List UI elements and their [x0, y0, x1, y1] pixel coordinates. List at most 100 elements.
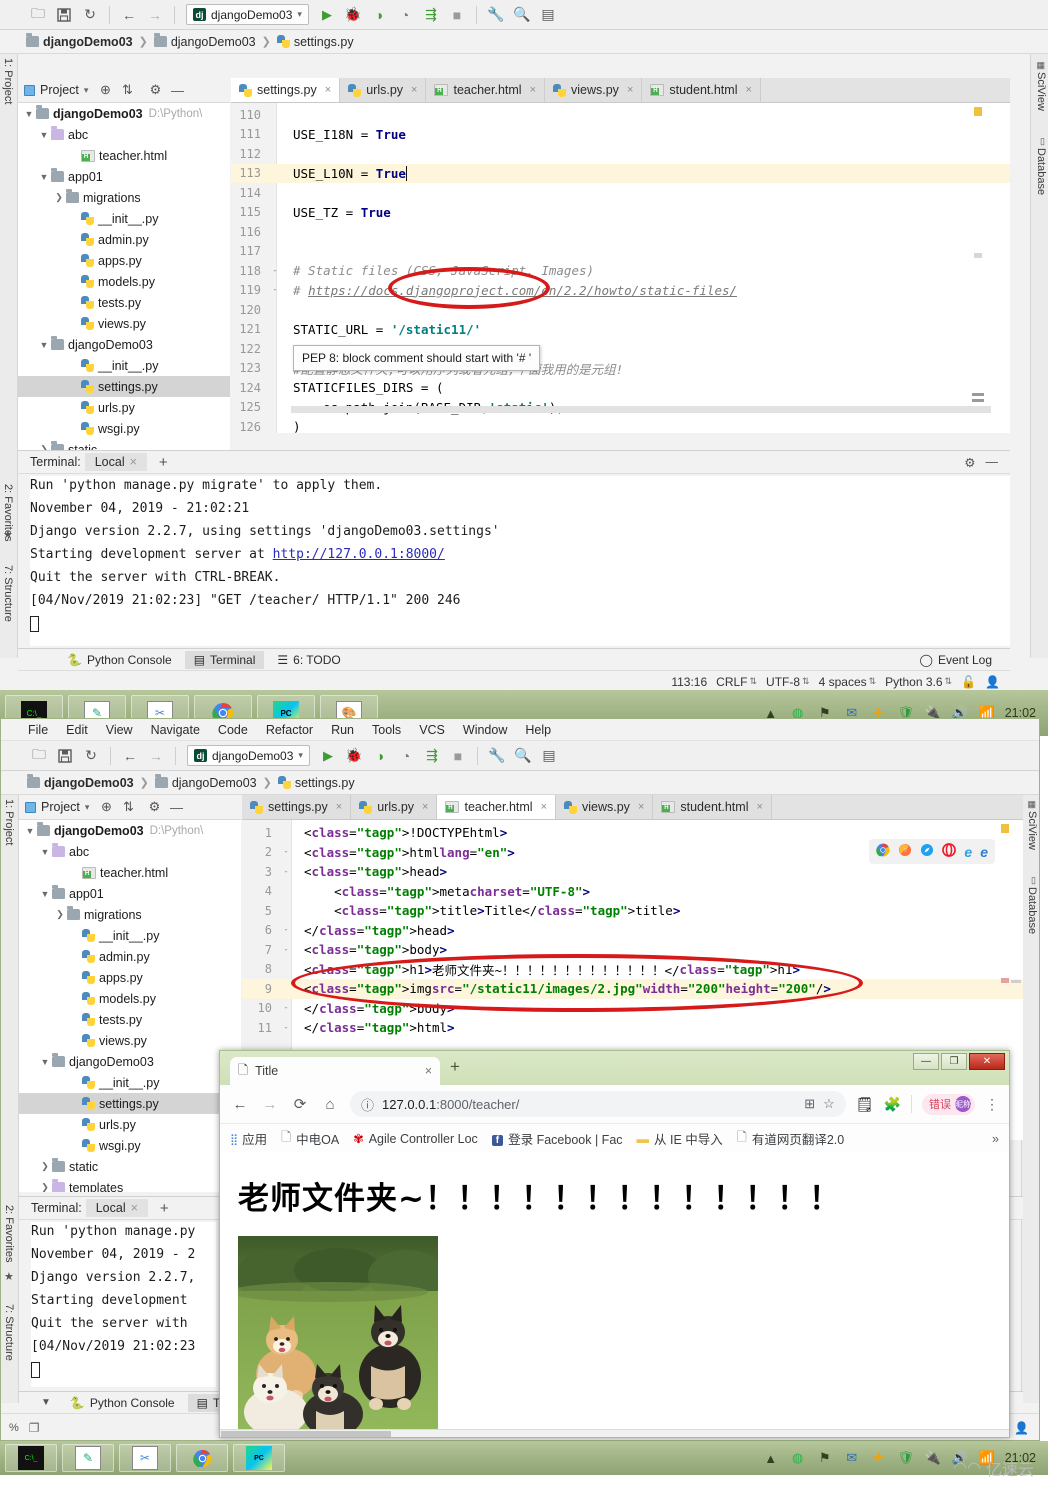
- sidebar-tab-favorites[interactable]: 2: Favorites: [3, 1205, 15, 1262]
- menu-item-refactor[interactable]: Refactor: [257, 723, 322, 737]
- chevron-down-icon[interactable]: ▼: [37, 340, 51, 350]
- back-icon[interactable]: ←: [230, 1096, 250, 1113]
- code-line[interactable]: 10- </class="tagp">body >: [242, 999, 1023, 1019]
- shield-plus-icon[interactable]: ✚: [870, 1449, 888, 1467]
- menu-item-window[interactable]: Window: [454, 723, 516, 737]
- tree-item-views-py[interactable]: views.py: [19, 1030, 241, 1051]
- chevron-down-icon[interactable]: ▼: [23, 826, 37, 836]
- close-icon[interactable]: ×: [411, 84, 417, 96]
- run-configuration-selector[interactable]: dj djangoDemo03 ▾: [187, 745, 310, 766]
- chevron-right-icon[interactable]: ❯: [52, 192, 66, 203]
- tree-item-djangodemo03[interactable]: ▼ djangoDemo03: [19, 1051, 241, 1072]
- tree-item-static[interactable]: ❯ static: [19, 1156, 241, 1177]
- editor-tab-student-html[interactable]: student.html ×: [642, 78, 761, 102]
- debug-icon[interactable]: 🐞: [341, 4, 365, 26]
- kebab-menu-icon[interactable]: ⋮: [985, 1096, 999, 1113]
- run-with-console-icon[interactable]: ⇶: [419, 4, 443, 26]
- tree-root-node[interactable]: ▼ djangoDemo03 D:\Python\: [19, 820, 241, 841]
- editor-tab-views-py[interactable]: views.py ×: [545, 78, 643, 102]
- project-panel-title-group[interactable]: Project ▾: [19, 800, 95, 814]
- close-icon[interactable]: ×: [130, 455, 137, 469]
- sidebar-tab-database[interactable]: Database: [1035, 148, 1047, 195]
- tree-item-static[interactable]: ❯ static: [18, 439, 230, 450]
- inspections-hector-icon[interactable]: 👤: [1014, 1421, 1039, 1435]
- favorites-star-icon[interactable]: ★: [4, 1270, 14, 1283]
- code-fold-icon[interactable]: -: [280, 1023, 292, 1033]
- search-icon[interactable]: 🔍: [510, 4, 534, 26]
- panel-settings-gear-icon[interactable]: ⚙: [144, 79, 166, 101]
- code-line[interactable]: 111 USE_I18N = True: [231, 125, 1010, 145]
- tree-item-app01[interactable]: ▼ app01: [18, 166, 230, 187]
- editor-tab-urls-py[interactable]: urls.py ×: [351, 795, 438, 819]
- file-encoding[interactable]: UTF-8 ⇅: [766, 675, 810, 689]
- tree-item-models-py[interactable]: models.py: [19, 988, 241, 1009]
- tree-item---init---py[interactable]: __init__.py: [18, 208, 230, 229]
- tree-item-views-py[interactable]: views.py: [18, 313, 230, 334]
- editor-tab-settings-py[interactable]: settings.py ×: [242, 795, 352, 819]
- hide-panel-icon[interactable]: —: [166, 79, 188, 101]
- horizontal-scrollbar[interactable]: [291, 406, 991, 413]
- reload-icon[interactable]: ⟳: [290, 1095, 310, 1113]
- tree-item-apps-py[interactable]: apps.py: [18, 250, 230, 271]
- tool-window-todo[interactable]: ☰ 6: TODO: [268, 651, 349, 669]
- tool-window-terminal[interactable]: ▤ Terminal: [184, 650, 265, 669]
- editor-scroll-thumb[interactable]: [1011, 980, 1021, 983]
- panel-settings-gear-icon[interactable]: ⚙: [143, 796, 165, 818]
- editor-tab-teacher-html[interactable]: teacher.html ×: [437, 795, 556, 819]
- sidebar-tab-structure[interactable]: 7: Structure: [2, 565, 14, 622]
- menu-item-code[interactable]: Code: [209, 723, 257, 737]
- menu-item-run[interactable]: Run: [322, 723, 363, 737]
- extension-icon[interactable]: 🗒: [856, 1096, 874, 1113]
- code-line[interactable]: 5 <class="tagp">title > Title</class = "tagp…: [242, 901, 1023, 921]
- tree-item-migrations[interactable]: ❯ migrations: [18, 187, 230, 208]
- chrome-icon[interactable]: [876, 843, 890, 860]
- close-icon[interactable]: ×: [425, 1064, 432, 1078]
- code-line[interactable]: 119- # https://docs.djangoproject.com/en/…: [231, 281, 1010, 301]
- chevron-right-icon[interactable]: ❯: [38, 1161, 52, 1172]
- show-hidden-icons-icon[interactable]: ▲: [762, 1449, 780, 1467]
- flag-error-icon[interactable]: ⚑: [816, 1449, 834, 1467]
- editor-scroll-thumb[interactable]: [972, 393, 984, 396]
- tool-window-python-console[interactable]: 🐍 Python Console: [61, 1394, 184, 1412]
- editor-tab-urls-py[interactable]: urls.py ×: [340, 78, 427, 102]
- indent-setting[interactable]: 4 spaces ⇅: [819, 675, 877, 689]
- profile-icon[interactable]: ◔: [393, 4, 417, 26]
- wechat-icon[interactable]: ◍: [789, 1449, 807, 1467]
- breadcrumb-item-2[interactable]: settings.py: [295, 776, 355, 790]
- code-line[interactable]: 118- # Static files (CSS, JavaScript, Ima…: [231, 261, 1010, 281]
- tree-item-app01[interactable]: ▼ app01: [19, 883, 241, 904]
- close-icon[interactable]: ×: [541, 801, 547, 813]
- code-fold-icon[interactable]: -: [280, 945, 292, 955]
- forward-icon[interactable]: →: [260, 1096, 280, 1113]
- sync-icon[interactable]: ↻: [78, 4, 102, 26]
- search-icon[interactable]: 🔍: [511, 745, 535, 767]
- toggle-panel-icon[interactable]: ❐: [29, 1421, 40, 1435]
- tree-item-urls-py[interactable]: urls.py: [19, 1114, 241, 1135]
- stop-icon[interactable]: ■: [446, 745, 470, 767]
- editor-scroll-thumb[interactable]: [972, 399, 984, 402]
- code-line[interactable]: 124 STATICFILES_DIRS = (: [231, 378, 1010, 398]
- editor-tab-student-html[interactable]: student.html ×: [653, 795, 772, 819]
- taskbar-button-snipping[interactable]: ✂: [119, 1444, 171, 1472]
- menu-item-navigate[interactable]: Navigate: [142, 723, 209, 737]
- minimize-button[interactable]: —: [913, 1053, 939, 1070]
- code-editor-top[interactable]: 110 111 USE_I18N = True 112 113 USE_L10N = Tr…: [231, 103, 1010, 433]
- save-icon[interactable]: [52, 4, 76, 26]
- tree-item---init---py[interactable]: __init__.py: [19, 925, 241, 946]
- chevron-down-icon[interactable]: ▼: [41, 1397, 51, 1408]
- chevron-down-icon[interactable]: ▼: [22, 109, 36, 119]
- close-icon[interactable]: ×: [638, 801, 644, 813]
- breadcrumb-item-0[interactable]: djangoDemo03: [44, 776, 134, 790]
- menu-item-file[interactable]: File: [19, 723, 57, 737]
- chevron-right-icon[interactable]: ❯: [53, 909, 67, 920]
- locate-file-icon[interactable]: ⊕: [95, 796, 117, 818]
- sync-icon[interactable]: ↻: [79, 745, 103, 767]
- run-configuration-selector[interactable]: dj djangoDemo03 ▾: [186, 4, 309, 25]
- chevron-down-icon[interactable]: ▼: [38, 889, 52, 899]
- taskbar-button-chrome[interactable]: [176, 1444, 228, 1472]
- project-panel-title-group[interactable]: Project ▾: [18, 83, 94, 97]
- editor-tabs-top[interactable]: settings.py×urls.py×teacher.html×views.p…: [231, 78, 1010, 103]
- close-icon[interactable]: ×: [627, 84, 633, 96]
- bookmark-应用[interactable]: ⣿ 应用: [230, 1129, 267, 1148]
- bookmarks-overflow-button[interactable]: »: [992, 1132, 999, 1146]
